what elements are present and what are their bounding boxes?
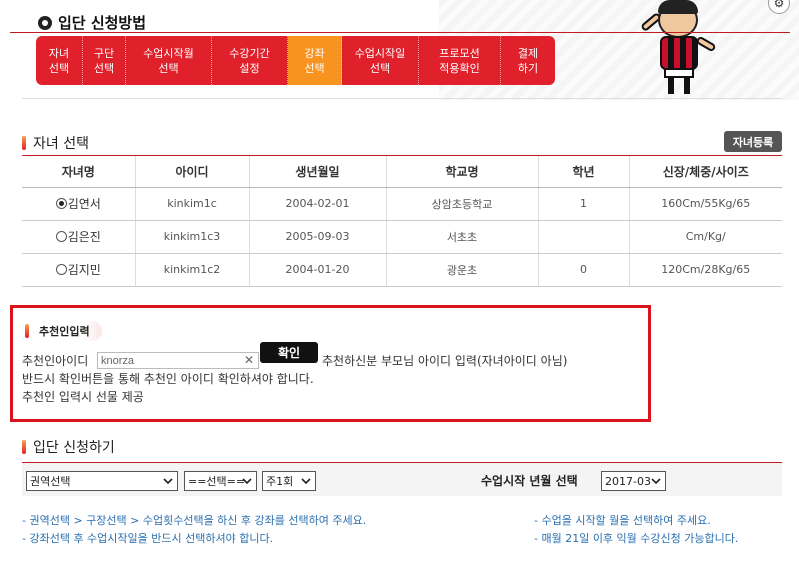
child-select-cell[interactable]: 김은진 (22, 220, 135, 254)
recommender-notice-2: 추천인 입력시 선물 제공 (22, 390, 144, 404)
step-7: 프로모션 적용확인 (419, 36, 501, 85)
column-header: 신장/체중/사이즈 (628, 156, 782, 188)
child-id: kinkim1c2 (134, 253, 249, 287)
column-header: 학교명 (385, 156, 538, 188)
application-section-title: 입단 신청하기 (22, 437, 115, 457)
child-select-cell[interactable]: 김지민 (22, 253, 135, 287)
step-8: 결제 하기 (501, 36, 555, 85)
chevron-down-icon (301, 478, 311, 485)
month-select-label: 수업시작 년월 선택 (481, 474, 578, 488)
child-id: kinkim1c (134, 187, 249, 221)
soccer-ball-icon (38, 15, 52, 30)
section-marker-icon (22, 440, 26, 454)
chevron-down-icon (242, 478, 252, 485)
step-3: 수업시작월 선택 (126, 36, 212, 85)
table-row: 김연서 kinkim1c 2004-02-01 상암초등학교 1 160Cm/5… (22, 187, 782, 221)
radio-icon[interactable] (55, 264, 67, 275)
region-select[interactable]: 권역선택 (26, 471, 178, 491)
soccer-player-mascot-icon (640, 0, 720, 98)
child-school: 상암초등학교 (385, 187, 538, 221)
radio-selected-icon[interactable] (55, 198, 67, 209)
table-header-row: 자녀명 아이디 생년월일 학교명 학년 신장/체중/사이즈 (22, 156, 782, 188)
header-divider (22, 98, 782, 99)
step-4: 수강기간 설정 (212, 36, 288, 85)
title-row: 입단 신청방법 (38, 12, 146, 33)
column-header: 자녀명 (22, 156, 135, 188)
chevron-down-icon (651, 478, 661, 485)
radio-icon[interactable] (55, 231, 67, 242)
child-size: Cm/Kg/ (628, 220, 782, 254)
column-header: 학년 (537, 156, 629, 188)
child-id: kinkim1c3 (134, 220, 249, 254)
register-child-button[interactable]: 자녀등록 (724, 131, 782, 152)
child-grade (537, 220, 629, 254)
step-6: 수업시작일 선택 (342, 36, 419, 85)
table-row: 김지민 kinkim1c2 2004-01-20 광운초 0 120Cm/28K… (22, 253, 782, 287)
note-left-2: - 강좌선택 후 수업시작일을 반드시 선택하셔야 합니다. (22, 532, 274, 545)
header: 입단 신청방법 자녀 선택 구단 선택 수업시작월 선택 수강기간 설정 강좌 선택 수업… (0, 0, 799, 100)
clear-icon[interactable]: ✕ (244, 353, 254, 367)
child-birth: 2004-02-01 (248, 187, 386, 221)
child-size: 120Cm/28Kg/65 (628, 253, 782, 287)
confirm-button[interactable]: 확인 (260, 342, 318, 363)
note-right-2: - 매월 21일 이후 익월 수강신청 가능합니다. (534, 532, 739, 545)
note-right-1: - 수업을 시작할 월을 선택하여 주세요. (534, 514, 711, 527)
chevron-down-icon (163, 478, 173, 485)
recommender-title: 추천인입력 (25, 321, 102, 341)
recommender-hint: 추천하신분 부모님 아이디 입력(자녀아이디 아님) (322, 354, 568, 368)
recommender-line (10, 32, 790, 33)
column-header: 아이디 (134, 156, 249, 188)
child-birth: 2004-01-20 (248, 253, 386, 287)
children-section-title: 자녀 선택 (22, 133, 89, 153)
page-title: 입단 신청방법 (58, 14, 147, 32)
note-left-1: - 권역선택 > 구장선택 > 수업횟수선택을 하신 후 강좌를 선택하여 주세… (22, 514, 367, 527)
step-indicator: 자녀 선택 구단 선택 수업시작월 선택 수강기간 설정 강좌 선택 수업시작일 선택 프로… (36, 36, 555, 85)
child-school: 광운초 (385, 253, 538, 287)
recommender-id-label: 추천인아이디 (22, 354, 89, 368)
children-table: 자녀명 아이디 생년월일 학교명 학년 신장/체중/사이즈 김연서 kinkim… (22, 156, 782, 287)
step-2: 구단 선택 (83, 36, 126, 85)
section-marker-icon (22, 136, 26, 150)
step-5-current: 강좌 선택 (288, 36, 342, 85)
section-marker-icon (25, 324, 29, 338)
frequency-select[interactable]: 주1회 (262, 471, 316, 491)
recommender-notice-1: 반드시 확인버튼을 통해 추천인 아이디 확인하셔야 합니다. (22, 372, 314, 386)
step-1: 자녀 선택 (36, 36, 83, 85)
column-header: 생년월일 (248, 156, 386, 188)
recommender-id-input[interactable] (97, 352, 259, 369)
child-grade: 1 (537, 187, 629, 221)
child-birth: 2005-09-03 (248, 220, 386, 254)
child-school: 서초초 (385, 220, 538, 254)
child-select-cell[interactable]: 김연서 (22, 187, 135, 221)
option-select[interactable]: ==선택== (184, 471, 257, 491)
month-select[interactable]: 2017-03 (601, 471, 666, 491)
child-grade: 0 (537, 253, 629, 287)
child-size: 160Cm/55Kg/65 (628, 187, 782, 221)
table-row: 김은진 kinkim1c3 2005-09-03 서초초 Cm/Kg/ (22, 220, 782, 254)
